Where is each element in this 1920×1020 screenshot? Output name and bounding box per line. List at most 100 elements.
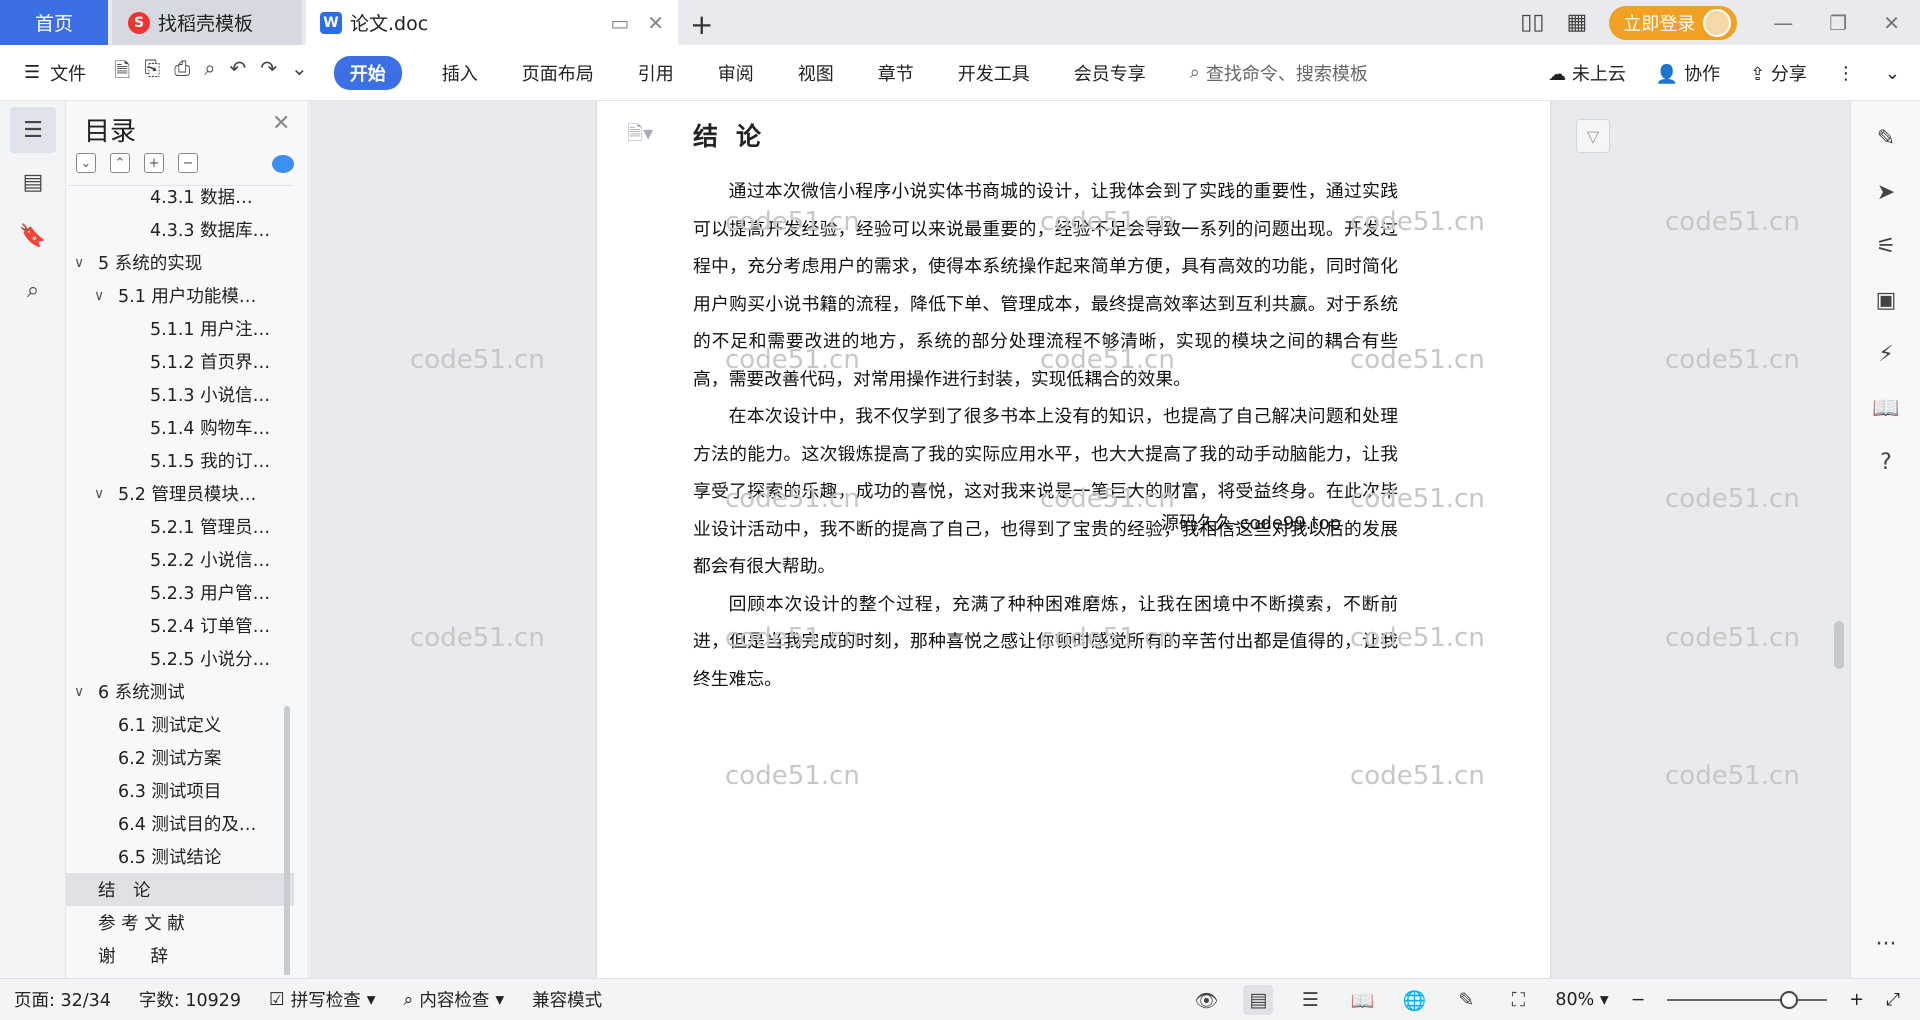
remove-heading-icon[interactable]: − xyxy=(178,153,198,173)
toc-item[interactable]: 5.1.3 小说信… xyxy=(66,378,294,411)
toc-item[interactable]: 4.3.1 数据… xyxy=(66,186,294,213)
close-window-icon[interactable]: ✕ xyxy=(1883,11,1900,35)
toc-item[interactable]: 5.1.2 首页界… xyxy=(66,345,294,378)
command-search[interactable]: ⌕ 查找命令、搜索模板 xyxy=(1190,60,1368,86)
ribbon-tab-layout[interactable]: 页面布局 xyxy=(522,60,594,86)
fit-page-icon[interactable]: ⛶ xyxy=(1503,985,1533,1015)
chevron-down-icon[interactable]: ∨ xyxy=(74,255,90,271)
zoom-out-icon[interactable]: − xyxy=(1631,990,1646,1010)
toc-scrollbar[interactable] xyxy=(284,706,290,975)
ribbon-tab-member[interactable]: 会员专享 xyxy=(1074,60,1146,86)
toc-item[interactable]: 5.2.1 管理员… xyxy=(66,510,294,543)
spell-check-button[interactable]: ☑ 拼写检查 ▾ xyxy=(269,987,376,1012)
tab-template[interactable]: S 找稻壳模板 xyxy=(112,0,302,45)
toc-item[interactable]: 6.1 测试定义 xyxy=(66,708,294,741)
eye-protection-icon[interactable]: 👁 xyxy=(1191,985,1221,1015)
ai-assist-icon[interactable]: ⚡ xyxy=(1871,339,1901,369)
chapter-nav-icon[interactable]: ▤ xyxy=(10,159,56,205)
toc-item[interactable]: 4.3.3 数据库… xyxy=(66,213,294,246)
toc-item[interactable]: 5.2.4 订单管… xyxy=(66,609,294,642)
sync-toggle-icon[interactable] xyxy=(272,155,294,173)
toc-item[interactable]: 6.4 测试目的及… xyxy=(66,807,294,840)
chevron-down-icon[interactable]: ∨ xyxy=(94,288,110,304)
toc-item[interactable]: ∨ 5.1 用户功能模… xyxy=(66,279,294,312)
toc-panel-icon[interactable]: ☰ xyxy=(10,107,56,153)
toc-item[interactable]: 参 考 文 献 xyxy=(66,906,294,939)
toc-item[interactable]: ∨ 5.2 管理员模块… xyxy=(66,477,294,510)
undo-icon[interactable]: ↶ xyxy=(229,56,246,90)
login-button[interactable]: 立即登录 xyxy=(1609,5,1738,40)
zoom-level[interactable]: 80% ▾ xyxy=(1555,990,1608,1010)
toc-item[interactable]: ∨ 6 系统测试 xyxy=(66,675,294,708)
reading-layout-icon[interactable]: ▯▯ xyxy=(1520,10,1544,35)
ribbon-tab-insert[interactable]: 插入 xyxy=(442,60,478,86)
toc-item[interactable]: 结 论 xyxy=(66,873,294,906)
find-icon[interactable]: ⌕ xyxy=(10,267,56,313)
content-check-button[interactable]: ⌕ 内容检查 ▾ xyxy=(404,987,505,1012)
ribbon-tab-review[interactable]: 审阅 xyxy=(718,60,754,86)
share-button[interactable]: ⇪ 分享 xyxy=(1750,60,1807,86)
restore-icon[interactable]: ❐ xyxy=(1829,11,1847,35)
toc-item[interactable]: 5.1.1 用户注… xyxy=(66,312,294,345)
toc-item[interactable]: 谢 辞 xyxy=(66,939,294,972)
page-menu-icon[interactable]: 🗎▾ xyxy=(627,119,653,153)
expand-all-icon[interactable]: ⌄ xyxy=(76,153,96,173)
help-icon[interactable]: ? xyxy=(1871,447,1901,477)
close-tab-icon[interactable]: ✕ xyxy=(647,11,664,35)
fullscreen-icon[interactable]: ⤢ xyxy=(1886,990,1900,1010)
toc-item[interactable]: 6.3 测试项目 xyxy=(66,774,294,807)
tab-home[interactable]: 首页 xyxy=(0,0,108,45)
adjust-sliders-icon[interactable]: ⚟ xyxy=(1871,231,1901,261)
zoom-in-icon[interactable]: + xyxy=(1849,990,1864,1010)
image-tools-icon[interactable]: ▣ xyxy=(1871,285,1901,315)
toc-item[interactable]: 5.1.4 购物车… xyxy=(66,411,294,444)
print-icon[interactable]: ⎙ xyxy=(174,56,190,90)
page-view-icon[interactable]: ▤ xyxy=(1243,985,1274,1015)
write-view-icon[interactable]: ✎ xyxy=(1451,985,1481,1015)
collapse-all-icon[interactable]: ⌃ xyxy=(110,153,130,173)
document-body[interactable]: 通过本次微信小程序小说实体书商城的设计，让我体会到了实践的重要性，通过实践可以提… xyxy=(693,173,1398,698)
edit-pen-icon[interactable]: ✎ xyxy=(1871,123,1901,153)
collaborate-button[interactable]: 👤 协作 xyxy=(1656,60,1720,86)
filter-icon[interactable]: ▽ xyxy=(1576,119,1610,153)
chevron-down-icon[interactable]: ∨ xyxy=(74,684,90,700)
toc-item[interactable]: 5.1.5 我的订… xyxy=(66,444,294,477)
chevron-down-icon[interactable]: ∨ xyxy=(94,486,110,502)
ribbon-tab-developer[interactable]: 开发工具 xyxy=(958,60,1030,86)
toc-item[interactable]: ∨ 5 系统的实现 xyxy=(66,246,294,279)
collapse-ribbon-icon[interactable]: ⌄ xyxy=(1885,63,1900,84)
tab-document[interactable]: W 论文.doc ▭ ✕ xyxy=(306,0,678,45)
book-review-icon[interactable]: 📖 xyxy=(1871,393,1901,423)
pin-window-icon[interactable]: ▭ xyxy=(610,11,629,35)
more-tools-icon[interactable]: ··· xyxy=(1871,929,1901,959)
save-icon[interactable]: 🗎 xyxy=(114,56,130,90)
ribbon-tab-references[interactable]: 引用 xyxy=(638,60,674,86)
export-icon[interactable]: ⎘ xyxy=(144,56,160,90)
toc-item[interactable]: 5.2.3 用户管… xyxy=(66,576,294,609)
web-view-icon[interactable]: 🌐 xyxy=(1399,985,1429,1015)
ribbon-tab-start[interactable]: 开始 xyxy=(333,55,402,90)
ribbon-tab-view[interactable]: 视图 xyxy=(798,60,834,86)
toc-item[interactable]: 5.2.5 小说分… xyxy=(66,642,294,675)
toc-item[interactable]: 6.2 测试方案 xyxy=(66,741,294,774)
add-heading-icon[interactable]: + xyxy=(144,153,164,173)
zoom-slider[interactable] xyxy=(1667,991,1828,1009)
bookmark-icon[interactable]: 🔖 xyxy=(10,213,56,259)
reading-view-icon[interactable]: 📖 xyxy=(1347,985,1377,1015)
page-indicator[interactable]: 页面: 32/34 xyxy=(14,987,111,1012)
document-scrollbar[interactable] xyxy=(1834,621,1844,669)
ribbon-tab-chapter[interactable]: 章节 xyxy=(878,60,914,86)
apps-grid-icon[interactable]: ▦ xyxy=(1567,10,1588,35)
customize-toolbar-icon[interactable]: ⌄ xyxy=(291,56,308,90)
toc-item[interactable]: 6.5 测试结论 xyxy=(66,840,294,873)
file-menu[interactable]: ☰ 文件 xyxy=(24,60,86,86)
more-icon[interactable]: ⋮ xyxy=(1837,63,1855,84)
toc-item[interactable]: 5.2.2 小说信… xyxy=(66,543,294,576)
document-page[interactable]: 🗎▾ 结论 通过本次微信小程序小说实体书商城的设计，让我体会到了实践的重要性，通… xyxy=(597,101,1550,978)
minimize-icon[interactable]: — xyxy=(1773,11,1793,35)
redo-icon[interactable]: ↷ xyxy=(260,56,277,90)
word-count[interactable]: 字数: 10929 xyxy=(139,987,241,1012)
zoom-slider-knob[interactable] xyxy=(1780,991,1799,1009)
close-icon[interactable]: ✕ xyxy=(272,111,290,136)
select-cursor-icon[interactable]: ➤ xyxy=(1871,177,1901,207)
